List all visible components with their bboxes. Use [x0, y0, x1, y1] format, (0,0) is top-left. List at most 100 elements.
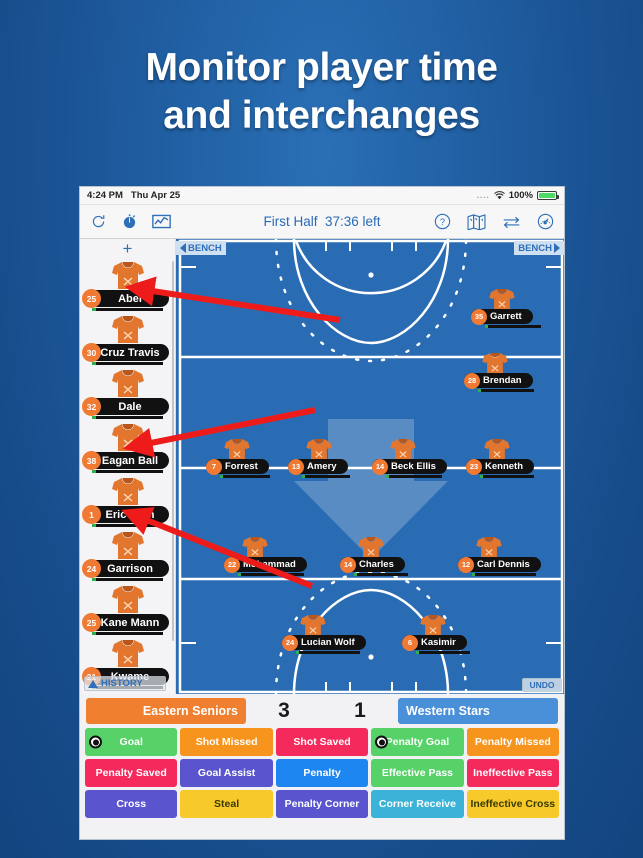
battery-percent: 100% — [508, 190, 533, 201]
bench-tag-right[interactable]: BENCH — [514, 241, 564, 255]
player-number-badge: 13 — [288, 458, 304, 475]
player-name: Carl Dennis — [477, 559, 530, 570]
status-date: Thu Apr 25 — [130, 190, 181, 201]
field-view[interactable]: BENCH BENCH 35 Garrett 28 Brendan 7 Forr… — [176, 239, 564, 694]
player-name: Charles — [359, 559, 394, 570]
time-bar — [92, 470, 163, 473]
action-button-penalty-saved[interactable]: Penalty Saved — [85, 759, 178, 787]
action-button-penalty-goal[interactable]: Penalty Goal — [371, 728, 464, 756]
bench-tag-left[interactable]: BENCH — [176, 241, 226, 255]
bench-name-bar[interactable]: 25 Abel — [82, 289, 169, 308]
action-button-penalty-corner[interactable]: Penalty Corner — [275, 790, 369, 818]
field-player-name-bar[interactable]: 7 Forrest — [206, 458, 269, 475]
bench-sidebar[interactable]: + 25 Abel 30 Cruz Travis 32 Dale 38 Eaga… — [80, 239, 176, 694]
speedometer-icon[interactable] — [537, 213, 554, 230]
home-team-chip[interactable]: Eastern Seniors — [86, 698, 246, 724]
action-label: Shot Missed — [195, 736, 258, 748]
action-label: Goal — [119, 736, 143, 748]
timer-icon[interactable] — [121, 213, 138, 230]
player-number-badge: 30 — [82, 343, 101, 362]
bench-name-bar[interactable]: 24 Garrison — [82, 559, 169, 578]
time-bar — [92, 362, 163, 365]
player-number-badge: 24 — [282, 634, 298, 651]
bench-player-row[interactable]: 24 Garrison — [80, 528, 175, 582]
player-number-badge: 28 — [464, 372, 480, 389]
field-player-name-bar[interactable]: 24 Lucian Wolf — [282, 634, 366, 651]
action-button-ineffective-pass[interactable]: Ineffective Pass — [466, 759, 560, 787]
time-bar — [220, 475, 270, 478]
action-label: Penalty Missed — [474, 736, 551, 748]
time-bar — [92, 632, 163, 635]
action-label: Penalty — [303, 767, 341, 779]
wifi-icon — [493, 191, 505, 200]
stats-chart-icon[interactable] — [152, 214, 171, 229]
player-number-badge: 25 — [82, 289, 101, 308]
player-name: Lucian Wolf — [301, 637, 355, 648]
bench-name-bar[interactable]: 30 Cruz Travis — [82, 343, 169, 362]
action-button-cross[interactable]: Cross — [85, 790, 178, 818]
field-player-name-bar[interactable]: 23 Kenneth — [466, 458, 534, 475]
action-button-penalty-missed[interactable]: Penalty Missed — [466, 728, 560, 756]
action-button-goal-assist[interactable]: Goal Assist — [180, 759, 273, 787]
action-button-penalty[interactable]: Penalty — [275, 759, 369, 787]
clock-label: 37:36 left — [324, 214, 381, 229]
player-name: Kenneth — [485, 461, 523, 472]
bench-player-row[interactable]: 25 Abel — [80, 258, 175, 312]
away-score: 1 — [354, 699, 366, 722]
headline-line-1: Monitor player time — [145, 46, 498, 89]
action-button-steal[interactable]: Steal — [180, 790, 273, 818]
player-number-badge: 14 — [340, 556, 356, 573]
action-button-shot-missed[interactable]: Shot Missed — [180, 728, 273, 756]
player-name: Forrest — [225, 461, 258, 472]
swap-icon[interactable] — [502, 215, 521, 229]
action-button-goal[interactable]: Goal — [85, 728, 178, 756]
radio-selected-icon — [375, 735, 389, 749]
player-name: Garrett — [490, 311, 522, 322]
action-button-shot-saved[interactable]: Shot Saved — [275, 728, 369, 756]
field-player-name-bar[interactable]: 35 Garrett — [471, 308, 533, 325]
history-label: HISTORY — [101, 678, 143, 689]
field-player-name-bar[interactable]: 6 Kasimir — [402, 634, 467, 651]
field-player-name-bar[interactable]: 14 Charles — [340, 556, 405, 573]
player-number-badge: 6 — [402, 634, 418, 651]
action-label: Penalty Goal — [385, 736, 450, 748]
field-player-name-bar[interactable]: 14 Beck Ellis — [372, 458, 447, 475]
away-team-chip[interactable]: Western Stars — [398, 698, 558, 724]
undo-button[interactable]: UNDO — [522, 678, 562, 692]
action-button-effective-pass[interactable]: Effective Pass — [371, 759, 464, 787]
field-player-name-bar[interactable]: 28 Brendan — [464, 372, 533, 389]
radio-selected-icon — [89, 735, 102, 749]
bench-name-bar[interactable]: 32 Dale — [82, 397, 169, 416]
bench-name-bar[interactable]: 1 Eric Roth — [82, 505, 169, 524]
add-player-button[interactable]: + — [80, 239, 175, 258]
action-label: Goal Assist — [197, 767, 256, 779]
field-player-name-bar[interactable]: 12 Carl Dennis — [458, 556, 541, 573]
bench-player-row[interactable]: 38 Eagan Ball — [80, 420, 175, 474]
action-button-ineffective-cross[interactable]: Ineffective Cross — [466, 790, 560, 818]
action-button-corner-receive[interactable]: Corner Receive — [371, 790, 464, 818]
history-button[interactable]: HISTORY — [84, 676, 166, 691]
bench-player-row[interactable]: 30 Cruz Travis — [80, 312, 175, 366]
bench-player-row[interactable]: 1 Eric Roth — [80, 474, 175, 528]
player-number-badge: 25 — [82, 613, 101, 632]
field-player-name-bar[interactable]: 13 Amery — [288, 458, 348, 475]
time-bar — [480, 475, 534, 478]
bench-player-list: 25 Abel 30 Cruz Travis 32 Dale 38 Eagan … — [80, 258, 175, 690]
field-map-icon[interactable] — [467, 213, 486, 230]
bench-player-row[interactable]: 32 Dale — [80, 366, 175, 420]
page-title: Monitor player time and interchanges — [0, 44, 643, 140]
player-name: Amery — [307, 461, 337, 472]
action-label: Ineffective Pass — [473, 767, 553, 779]
help-icon[interactable]: ? — [434, 213, 451, 230]
player-number-badge: 24 — [82, 559, 101, 578]
status-bar: 4:24 PM Thu Apr 25 .... 100% — [80, 187, 564, 205]
field-player-name-bar[interactable]: 22 Mohammad — [224, 556, 307, 573]
bench-name-bar[interactable]: 38 Eagan Ball — [82, 451, 169, 470]
bench-player-row[interactable]: 25 Kane Mann — [80, 582, 175, 636]
bench-name-bar[interactable]: 25 Kane Mann — [82, 613, 169, 632]
rotate-icon[interactable] — [90, 213, 107, 230]
player-name: Beck Ellis — [391, 461, 436, 472]
player-number-badge: 35 — [471, 308, 487, 325]
arrow-right-icon — [554, 243, 560, 253]
sidebar-scrollbar[interactable] — [171, 261, 174, 641]
